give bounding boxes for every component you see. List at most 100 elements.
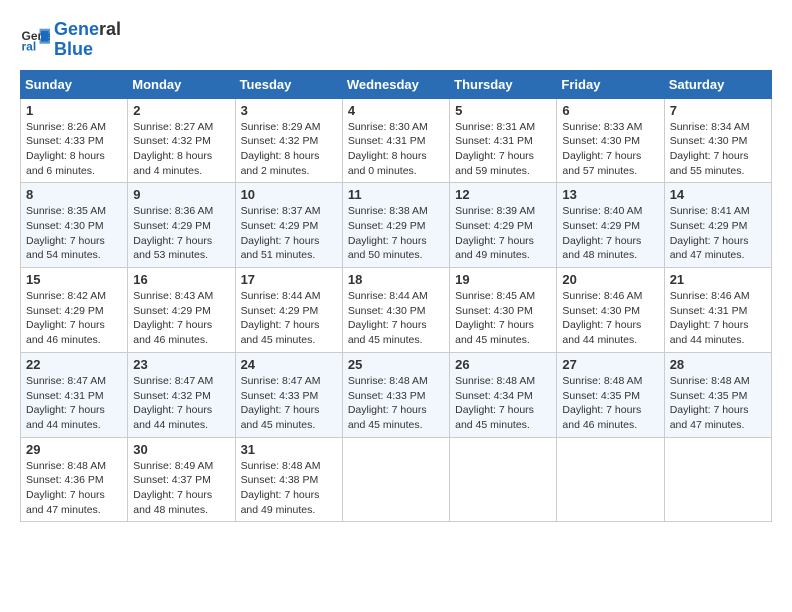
weekday-header: Saturday <box>664 70 771 98</box>
weekday-header: Sunday <box>21 70 128 98</box>
day-info: Sunrise: 8:36 AMSunset: 4:29 PMDaylight:… <box>133 205 213 261</box>
calendar-day-cell: 24 Sunrise: 8:47 AMSunset: 4:33 PMDayligh… <box>235 352 342 437</box>
calendar-day-cell: 27 Sunrise: 8:48 AMSunset: 4:35 PMDayligh… <box>557 352 664 437</box>
day-number: 19 <box>455 272 551 287</box>
day-number: 2 <box>133 103 229 118</box>
day-number: 23 <box>133 357 229 372</box>
day-number: 5 <box>455 103 551 118</box>
day-number: 6 <box>562 103 658 118</box>
calendar-day-cell: 5Sunrise: 8:31 AMSunset: 4:31 PMDaylight… <box>450 98 557 183</box>
day-info: Sunrise: 8:47 AMSunset: 4:32 PMDaylight:… <box>133 375 213 431</box>
day-info: Sunrise: 8:42 AMSunset: 4:29 PMDaylight:… <box>26 290 106 346</box>
calendar-day-cell: 16Sunrise: 8:43 AMSunset: 4:29 PMDayligh… <box>128 268 235 353</box>
day-number: 1 <box>26 103 122 118</box>
day-number: 14 <box>670 187 766 202</box>
day-info: Sunrise: 8:37 AMSunset: 4:29 PMDaylight:… <box>241 205 321 261</box>
calendar-day-cell <box>342 437 449 522</box>
day-info: Sunrise: 8:34 AMSunset: 4:30 PMDaylight:… <box>670 121 750 177</box>
day-number: 9 <box>133 187 229 202</box>
day-number: 24 <box>241 357 337 372</box>
calendar-day-cell: 19 Sunrise: 8:45 AMSunset: 4:30 PMDayligh… <box>450 268 557 353</box>
day-info: Sunrise: 8:29 AMSunset: 4:32 PMDaylight:… <box>241 121 321 177</box>
calendar-day-cell: 14 Sunrise: 8:41 AMSunset: 4:29 PMDayligh… <box>664 183 771 268</box>
day-number: 31 <box>241 442 337 457</box>
day-info: Sunrise: 8:44 AMSunset: 4:29 PMDaylight:… <box>241 290 321 346</box>
day-info: Sunrise: 8:30 AMSunset: 4:31 PMDaylight:… <box>348 121 428 177</box>
day-number: 26 <box>455 357 551 372</box>
day-info: Sunrise: 8:48 AMSunset: 4:34 PMDaylight:… <box>455 375 535 431</box>
calendar-day-cell: 7 Sunrise: 8:34 AMSunset: 4:30 PMDaylight… <box>664 98 771 183</box>
day-number: 10 <box>241 187 337 202</box>
day-info: Sunrise: 8:46 AMSunset: 4:30 PMDaylight:… <box>562 290 642 346</box>
day-info: Sunrise: 8:49 AMSunset: 4:37 PMDaylight:… <box>133 460 213 516</box>
day-info: Sunrise: 8:33 AMSunset: 4:30 PMDaylight:… <box>562 121 642 177</box>
day-info: Sunrise: 8:48 AMSunset: 4:35 PMDaylight:… <box>562 375 642 431</box>
day-info: Sunrise: 8:48 AMSunset: 4:38 PMDaylight:… <box>241 460 321 516</box>
logo-name-line1: General <box>54 20 121 40</box>
calendar-day-cell: 22 Sunrise: 8:47 AMSunset: 4:31 PMDayligh… <box>21 352 128 437</box>
calendar-day-cell: 31 Sunrise: 8:48 AMSunset: 4:38 PMDayligh… <box>235 437 342 522</box>
day-info: Sunrise: 8:44 AMSunset: 4:30 PMDaylight:… <box>348 290 428 346</box>
calendar-day-cell: 23 Sunrise: 8:47 AMSunset: 4:32 PMDayligh… <box>128 352 235 437</box>
day-number: 17 <box>241 272 337 287</box>
day-info: Sunrise: 8:35 AMSunset: 4:30 PMDaylight:… <box>26 205 106 261</box>
day-number: 16 <box>133 272 229 287</box>
day-info: Sunrise: 8:48 AMSunset: 4:33 PMDaylight:… <box>348 375 428 431</box>
day-number: 22 <box>26 357 122 372</box>
calendar-day-cell: 17 Sunrise: 8:44 AMSunset: 4:29 PMDayligh… <box>235 268 342 353</box>
day-info: Sunrise: 8:48 AMSunset: 4:35 PMDaylight:… <box>670 375 750 431</box>
day-number: 11 <box>348 187 444 202</box>
calendar-day-cell: 12 Sunrise: 8:39 AMSunset: 4:29 PMDayligh… <box>450 183 557 268</box>
day-number: 12 <box>455 187 551 202</box>
calendar-week-row: 15Sunrise: 8:42 AMSunset: 4:29 PMDayligh… <box>21 268 772 353</box>
calendar-day-cell: 25 Sunrise: 8:48 AMSunset: 4:33 PMDayligh… <box>342 352 449 437</box>
calendar-day-cell: 18 Sunrise: 8:44 AMSunset: 4:30 PMDayligh… <box>342 268 449 353</box>
calendar-day-cell: 21 Sunrise: 8:46 AMSunset: 4:31 PMDayligh… <box>664 268 771 353</box>
calendar-table: SundayMondayTuesdayWednesdayThursdayFrid… <box>20 70 772 523</box>
day-number: 7 <box>670 103 766 118</box>
calendar-day-cell: 4Sunrise: 8:30 AMSunset: 4:31 PMDaylight… <box>342 98 449 183</box>
calendar-day-cell <box>557 437 664 522</box>
weekday-header: Tuesday <box>235 70 342 98</box>
calendar-day-cell: 15Sunrise: 8:42 AMSunset: 4:29 PMDayligh… <box>21 268 128 353</box>
day-number: 3 <box>241 103 337 118</box>
calendar-day-cell: 3 Sunrise: 8:29 AMSunset: 4:32 PMDaylight… <box>235 98 342 183</box>
day-info: Sunrise: 8:47 AMSunset: 4:33 PMDaylight:… <box>241 375 321 431</box>
calendar-day-cell: 1Sunrise: 8:26 AMSunset: 4:33 PMDaylight… <box>21 98 128 183</box>
calendar-week-row: 8 Sunrise: 8:35 AMSunset: 4:30 PMDaylight… <box>21 183 772 268</box>
calendar-week-row: 22 Sunrise: 8:47 AMSunset: 4:31 PMDayligh… <box>21 352 772 437</box>
day-info: Sunrise: 8:39 AMSunset: 4:29 PMDaylight:… <box>455 205 535 261</box>
calendar-day-cell: 29 Sunrise: 8:48 AMSunset: 4:36 PMDayligh… <box>21 437 128 522</box>
calendar-day-cell: 20 Sunrise: 8:46 AMSunset: 4:30 PMDayligh… <box>557 268 664 353</box>
calendar-day-cell: 30 Sunrise: 8:49 AMSunset: 4:37 PMDayligh… <box>128 437 235 522</box>
day-number: 29 <box>26 442 122 457</box>
day-info: Sunrise: 8:47 AMSunset: 4:31 PMDaylight:… <box>26 375 106 431</box>
day-number: 8 <box>26 187 122 202</box>
day-info: Sunrise: 8:38 AMSunset: 4:29 PMDaylight:… <box>348 205 428 261</box>
day-number: 20 <box>562 272 658 287</box>
header: Gene ral General Blue <box>20 20 772 60</box>
calendar-day-cell <box>450 437 557 522</box>
calendar-week-row: 1Sunrise: 8:26 AMSunset: 4:33 PMDaylight… <box>21 98 772 183</box>
logo-icon: Gene ral <box>20 25 50 55</box>
day-number: 30 <box>133 442 229 457</box>
weekday-header: Monday <box>128 70 235 98</box>
day-info: Sunrise: 8:41 AMSunset: 4:29 PMDaylight:… <box>670 205 750 261</box>
day-info: Sunrise: 8:27 AMSunset: 4:32 PMDaylight:… <box>133 121 213 177</box>
weekday-header: Friday <box>557 70 664 98</box>
calendar-day-cell: 28Sunrise: 8:48 AMSunset: 4:35 PMDayligh… <box>664 352 771 437</box>
day-number: 25 <box>348 357 444 372</box>
weekday-header: Thursday <box>450 70 557 98</box>
calendar-day-cell: 8 Sunrise: 8:35 AMSunset: 4:30 PMDaylight… <box>21 183 128 268</box>
day-number: 21 <box>670 272 766 287</box>
day-number: 27 <box>562 357 658 372</box>
calendar-day-cell: 26 Sunrise: 8:48 AMSunset: 4:34 PMDayligh… <box>450 352 557 437</box>
calendar-day-cell: 10 Sunrise: 8:37 AMSunset: 4:29 PMDayligh… <box>235 183 342 268</box>
calendar-week-row: 29 Sunrise: 8:48 AMSunset: 4:36 PMDayligh… <box>21 437 772 522</box>
day-number: 18 <box>348 272 444 287</box>
calendar-day-cell: 6 Sunrise: 8:33 AMSunset: 4:30 PMDaylight… <box>557 98 664 183</box>
day-info: Sunrise: 8:45 AMSunset: 4:30 PMDaylight:… <box>455 290 535 346</box>
day-info: Sunrise: 8:48 AMSunset: 4:36 PMDaylight:… <box>26 460 106 516</box>
day-info: Sunrise: 8:46 AMSunset: 4:31 PMDaylight:… <box>670 290 750 346</box>
calendar-day-cell: 11 Sunrise: 8:38 AMSunset: 4:29 PMDayligh… <box>342 183 449 268</box>
